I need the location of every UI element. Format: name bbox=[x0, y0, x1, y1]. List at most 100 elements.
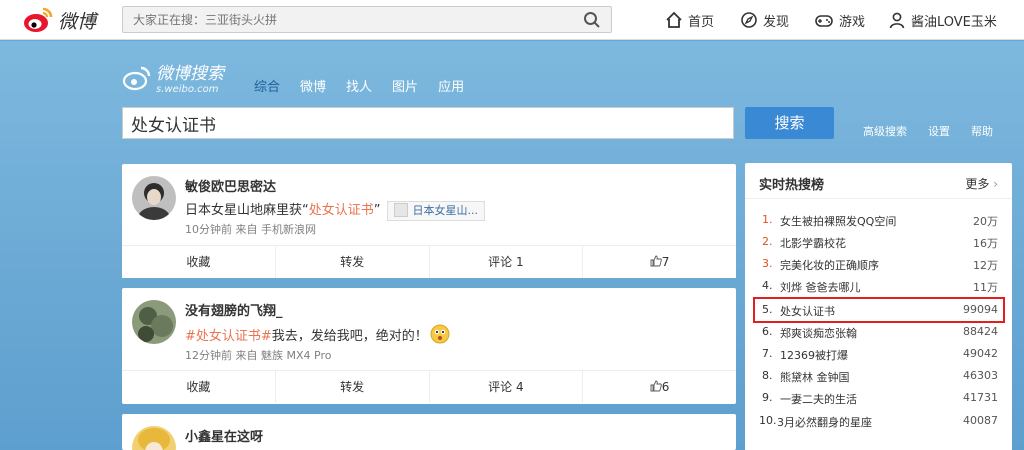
more-link[interactable]: 更多 › bbox=[965, 175, 998, 192]
nav-discover[interactable]: 发现 bbox=[740, 0, 789, 40]
hot-item[interactable]: 4. 刘烨 爸爸去哪儿 11万 bbox=[745, 275, 1012, 297]
hot-item[interactable]: 7. 12369被打爆 49042 bbox=[745, 343, 1012, 365]
repost-button[interactable]: 转发 bbox=[276, 371, 430, 403]
hot-item[interactable]: 10. 3月必然翻身的星座 40087 bbox=[745, 410, 1012, 432]
nav-user[interactable]: 酱油LOVE玉米 bbox=[888, 0, 997, 40]
hot-item[interactable]: 8. 熊黛林 金钟国 46303 bbox=[745, 365, 1012, 387]
hot-rank: 1. bbox=[762, 213, 773, 226]
hot-keyword[interactable]: 12369被打爆 bbox=[780, 347, 848, 363]
tab-images[interactable]: 图片 bbox=[392, 76, 418, 95]
post-text-after: ” bbox=[373, 203, 381, 218]
hot-count: 16万 bbox=[973, 237, 998, 250]
link-card[interactable]: 日本女星山... bbox=[386, 200, 486, 221]
main-search-input[interactable] bbox=[123, 108, 733, 138]
hot-keyword[interactable]: 一妻二夫的生活 bbox=[780, 391, 857, 407]
more-label: 更多 bbox=[965, 177, 990, 191]
favorite-button[interactable]: 收藏 bbox=[122, 371, 276, 403]
hot-rank: 9. bbox=[762, 391, 773, 404]
comment-button[interactable]: 评论 4 bbox=[430, 371, 584, 403]
avatar[interactable] bbox=[132, 426, 176, 450]
main-search-box[interactable] bbox=[122, 107, 734, 139]
post-actions: 收藏 转发 评论 4 6 bbox=[122, 370, 736, 403]
hot-item[interactable]: 9. 一妻二夫的生活 41731 bbox=[745, 387, 1012, 409]
tab-weibo[interactable]: 微博 bbox=[300, 76, 326, 95]
settings-link[interactable]: 设置 bbox=[928, 123, 950, 139]
weibo-logo[interactable]: 微博 bbox=[22, 6, 112, 34]
tab-apps[interactable]: 应用 bbox=[438, 76, 464, 95]
nav-home[interactable]: 首页 bbox=[665, 0, 714, 40]
repost-button[interactable]: 转发 bbox=[276, 246, 430, 278]
post-author[interactable]: 小鑫星在这呀 bbox=[185, 426, 263, 445]
chevron-right-icon: › bbox=[993, 177, 998, 191]
post-meta: 10分钟前 来自 手机新浪网 bbox=[185, 223, 316, 236]
compass-icon bbox=[741, 12, 757, 28]
hot-keyword[interactable]: 北影学霸校花 bbox=[780, 235, 846, 251]
search-button[interactable]: 搜索 bbox=[745, 107, 834, 139]
advanced-search-link[interactable]: 高级搜索 bbox=[863, 123, 907, 139]
post-text-before: 日本女星山地麻里获“ bbox=[185, 203, 309, 218]
post-author[interactable]: 敏俊欧巴思密达 bbox=[185, 176, 276, 195]
hot-item[interactable]: 3. 完美化妆的正确顺序 12万 bbox=[745, 253, 1012, 275]
help-link[interactable]: 帮助 bbox=[971, 123, 993, 139]
post-text-after: 我去，发给我吧，绝对的！ bbox=[271, 329, 428, 344]
top-search-box[interactable] bbox=[122, 6, 612, 33]
post-meta: 12分钟前 来自 魅族 MX4 Pro bbox=[185, 349, 332, 362]
post-actions: 收藏 转发 评论 1 7 bbox=[122, 245, 736, 278]
hot-keyword[interactable]: 熊黛林 金钟国 bbox=[780, 369, 850, 385]
hot-item[interactable]: 6. 郑爽谈痴恋张翰 88424 bbox=[745, 321, 1012, 343]
hot-rank: 8. bbox=[762, 369, 773, 382]
hot-keyword[interactable]: 女生被拍裸照发QQ空间 bbox=[780, 213, 896, 229]
favorite-button[interactable]: 收藏 bbox=[122, 246, 276, 278]
like-button[interactable]: 7 bbox=[583, 246, 736, 278]
avatar[interactable] bbox=[132, 176, 176, 220]
hot-item[interactable]: 2. 北影学霸校花 16万 bbox=[745, 231, 1012, 253]
hashtag-link[interactable]: #处女认证书# bbox=[185, 329, 272, 344]
hot-item[interactable]: 1. 女生被拍裸照发QQ空间 20万 bbox=[745, 209, 1012, 231]
hot-keyword[interactable]: 3月必然翻身的星座 bbox=[777, 414, 872, 430]
top-search-input[interactable] bbox=[123, 7, 563, 32]
nav-games[interactable]: 游戏 bbox=[814, 0, 865, 40]
hot-keyword[interactable]: 完美化妆的正确顺序 bbox=[780, 257, 879, 273]
hot-count: 41731 bbox=[963, 391, 998, 404]
post-card: 小鑫星在这呀 bbox=[122, 414, 736, 450]
hot-count: 20万 bbox=[973, 215, 998, 228]
search-icon[interactable] bbox=[583, 11, 601, 29]
weibo-search-logo[interactable]: 微博搜索 s.weibo.com bbox=[122, 64, 224, 96]
search-logo-title: 微博搜索 bbox=[156, 64, 224, 84]
user-icon bbox=[889, 12, 905, 29]
hot-rank: 6. bbox=[762, 325, 773, 338]
tab-people[interactable]: 找人 bbox=[346, 76, 372, 95]
home-icon bbox=[666, 11, 682, 28]
hot-rank: 4. bbox=[762, 279, 773, 292]
hot-rank: 3. bbox=[762, 257, 773, 270]
post-card: 没有翅膀的飞翔_ #处女认证书#我去，发给我吧，绝对的！ 12分钟前 来自 魅族… bbox=[122, 288, 736, 404]
post-author[interactable]: 没有翅膀的飞翔_ bbox=[185, 300, 283, 319]
search-logo-sub: s.weibo.com bbox=[156, 84, 219, 95]
hot-search-header: 实时热搜榜 更多 › bbox=[745, 163, 1012, 199]
like-button[interactable]: 6 bbox=[583, 371, 736, 403]
logo-text: 微博 bbox=[58, 10, 97, 33]
keyword-highlight: 处女认证书 bbox=[308, 203, 374, 218]
hot-rank: 10. bbox=[759, 414, 777, 427]
post-card: 敏俊欧巴思密达 日本女星山地麻里获“处女认证书” 日本女星山... 10分钟前 来… bbox=[122, 164, 736, 278]
hot-count: 12万 bbox=[973, 259, 998, 272]
link-card-label: 日本女星山... bbox=[412, 203, 479, 217]
avatar[interactable] bbox=[132, 300, 176, 344]
post-text: #处女认证书#我去，发给我吧，绝对的！ bbox=[185, 324, 450, 348]
weibo-eye-icon bbox=[24, 7, 53, 32]
like-count: 7 bbox=[661, 255, 670, 269]
nav-discover-label: 发现 bbox=[763, 14, 790, 30]
search-eye-icon bbox=[122, 66, 151, 91]
hot-count: 46303 bbox=[963, 369, 998, 382]
thumbs-up-icon bbox=[650, 380, 662, 392]
comment-button[interactable]: 评论 1 bbox=[430, 246, 584, 278]
hot-rank: 2. bbox=[762, 235, 773, 248]
hot-keyword[interactable]: 郑爽谈痴恋张翰 bbox=[780, 325, 857, 341]
like-count: 6 bbox=[661, 380, 670, 394]
hot-keyword[interactable]: 刘烨 爸爸去哪儿 bbox=[780, 279, 861, 295]
hot-count: 11万 bbox=[973, 281, 998, 294]
search-tabs: 综合 微博 找人 图片 应用 bbox=[254, 76, 484, 95]
thumbs-up-icon bbox=[650, 255, 662, 267]
tab-all[interactable]: 综合 bbox=[254, 76, 280, 95]
hot-count: 40087 bbox=[963, 414, 998, 427]
